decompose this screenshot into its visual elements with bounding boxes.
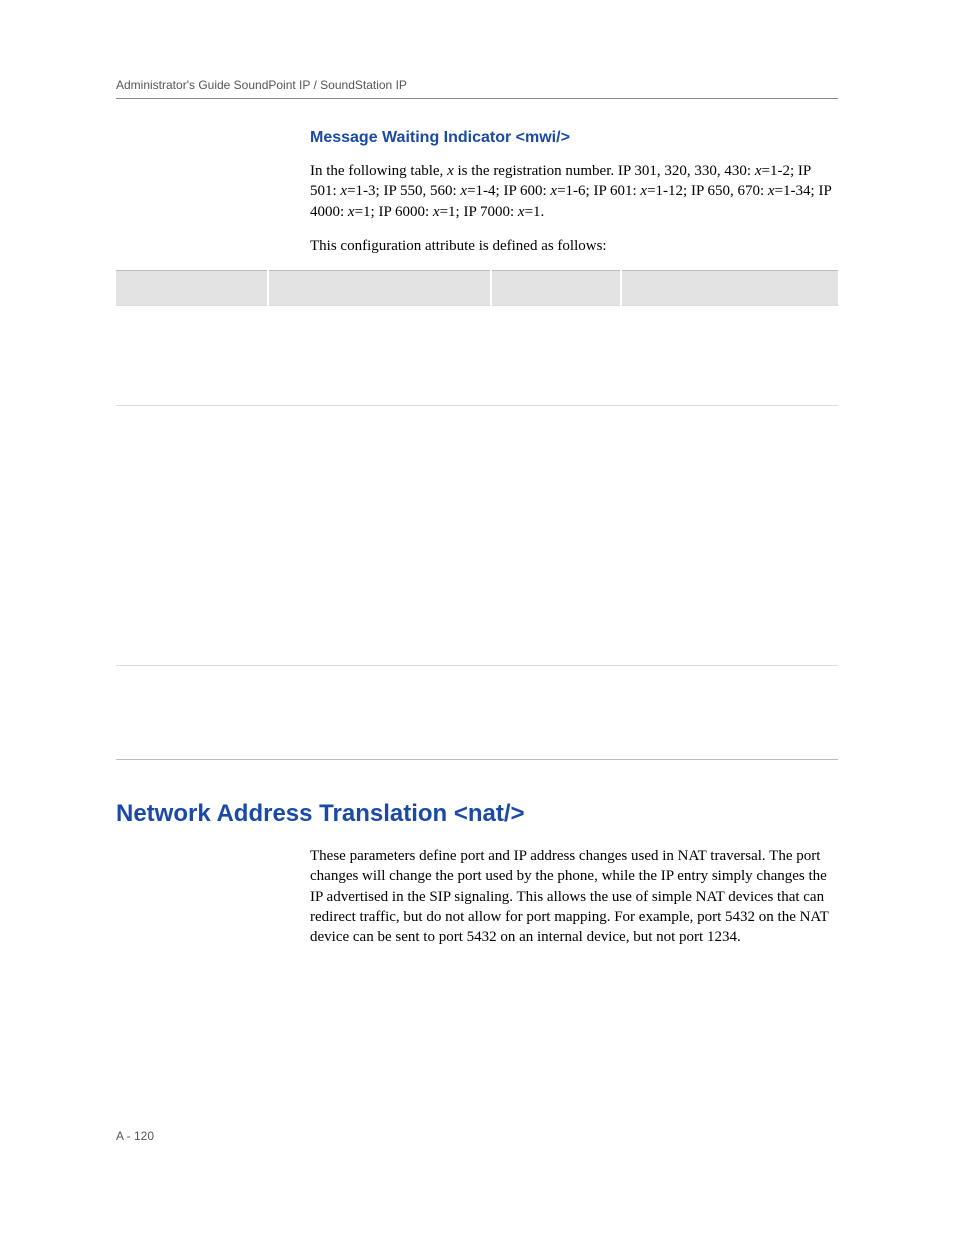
header-rule xyxy=(116,98,838,99)
mwi-variable-x: x xyxy=(433,204,440,220)
table-cell xyxy=(621,406,838,666)
mwi-variable-x: x xyxy=(755,163,762,179)
nat-paragraph: These parameters define port and IP addr… xyxy=(310,846,838,947)
table-cell xyxy=(491,666,621,760)
table-cell xyxy=(268,406,492,666)
mwi-heading: Message Waiting Indicator <mwi/> xyxy=(310,129,838,147)
table-row xyxy=(116,306,838,406)
mwi-variable-x: x xyxy=(518,204,525,220)
nat-heading: Network Address Translation <nat/> xyxy=(116,800,838,828)
mwi-variable-x: x xyxy=(348,204,355,220)
table-cell xyxy=(116,666,268,760)
table-cell xyxy=(268,306,492,406)
text: =1; IP 6000: xyxy=(355,204,433,220)
table-cell xyxy=(116,306,268,406)
mwi-paragraph-1: In the following table, x is the registr… xyxy=(310,161,838,222)
table-cell xyxy=(621,666,838,760)
table-cell xyxy=(491,406,621,666)
nat-block: These parameters define port and IP addr… xyxy=(310,846,838,947)
text: is the registration number. IP 301, 320,… xyxy=(454,163,755,179)
text: =1. xyxy=(525,204,545,220)
mwi-variable-x: x xyxy=(768,183,775,199)
mwi-paragraph-2: This configuration attribute is defined … xyxy=(310,236,838,256)
table-header-cell xyxy=(116,271,268,306)
mwi-variable-x: x xyxy=(447,163,454,179)
text: =1-3; IP 550, 560: xyxy=(347,183,460,199)
page-number: A - 120 xyxy=(116,1129,154,1143)
text: In the following table, xyxy=(310,163,447,179)
table-row xyxy=(116,406,838,666)
table-header-cell xyxy=(268,271,492,306)
table-header-row xyxy=(116,271,838,306)
table-cell xyxy=(621,306,838,406)
text: =1-12; IP 650, 670: xyxy=(647,183,768,199)
table-cell xyxy=(268,666,492,760)
text: =1-6; IP 601: xyxy=(557,183,640,199)
mwi-attribute-table xyxy=(116,270,838,760)
table-header-cell xyxy=(491,271,621,306)
running-head: Administrator's Guide SoundPoint IP / So… xyxy=(116,78,838,92)
mwi-block: Message Waiting Indicator <mwi/> In the … xyxy=(310,129,838,256)
table-header-cell xyxy=(621,271,838,306)
table-cell xyxy=(491,306,621,406)
text: =1; IP 7000: xyxy=(440,204,518,220)
document-page: Administrator's Guide SoundPoint IP / So… xyxy=(0,0,954,947)
text: =1-4; IP 600: xyxy=(467,183,550,199)
table-cell xyxy=(116,406,268,666)
table-row xyxy=(116,666,838,760)
